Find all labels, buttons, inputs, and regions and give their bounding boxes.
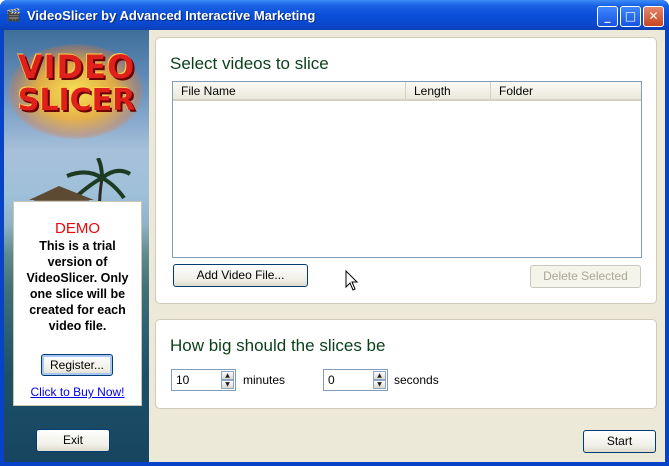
demo-panel: DEMO This is a trial version of VideoSli…	[13, 201, 142, 406]
minimize-icon: _	[604, 9, 611, 23]
minutes-spinner[interactable]: 10 ▲ ▼	[171, 369, 236, 391]
seconds-up-arrow-icon[interactable]: ▲	[373, 371, 386, 380]
delete-selected-button[interactable]: Delete Selected	[530, 265, 641, 288]
seconds-down-arrow-icon[interactable]: ▼	[373, 380, 386, 389]
minimize-button[interactable]: _	[597, 6, 618, 27]
minutes-down-arrow-icon[interactable]: ▼	[221, 380, 234, 389]
minutes-label: minutes	[243, 373, 286, 387]
client-area: VIDEO SLICER DEMO This is a trial versio…	[4, 30, 665, 462]
column-file-name[interactable]: File Name	[173, 82, 406, 99]
column-folder[interactable]: Folder	[491, 82, 641, 99]
mouse-pointer-icon	[345, 270, 359, 291]
add-video-file-button[interactable]: Add Video File...	[173, 264, 308, 287]
close-icon: ✕	[648, 9, 659, 23]
minutes-spin-buttons: ▲ ▼	[221, 371, 234, 389]
sidebar-banner: VIDEO SLICER DEMO This is a trial versio…	[4, 30, 149, 462]
video-file-list[interactable]: File Name Length Folder	[172, 81, 642, 258]
start-button[interactable]: Start	[583, 430, 656, 453]
minutes-up-arrow-icon[interactable]: ▲	[221, 371, 234, 380]
minutes-value[interactable]: 10	[176, 373, 189, 387]
logo-line-video: VIDEO	[17, 48, 136, 86]
title-bar[interactable]: 🎬 VideoSlicer by Advanced Interactive Ma…	[0, 0, 669, 30]
app-window: 🎬 VideoSlicer by Advanced Interactive Ma…	[0, 0, 669, 466]
select-videos-group: Select videos to slice File Name Length …	[155, 37, 657, 304]
seconds-value[interactable]: 0	[328, 373, 335, 387]
window-title: VideoSlicer by Advanced Interactive Mark…	[27, 8, 316, 23]
maximize-button[interactable]: □	[620, 6, 641, 27]
logo-line-slicer: SLICER	[17, 83, 136, 118]
slice-size-title: How big should the slices be	[170, 336, 386, 355]
register-button[interactable]: Register...	[41, 354, 113, 376]
demo-description: This is a trial version of VideoSlicer. …	[26, 239, 129, 333]
film-clapper-icon: 🎬	[6, 8, 21, 22]
exit-button[interactable]: Exit	[36, 429, 110, 452]
column-length[interactable]: Length	[406, 82, 491, 99]
seconds-spinner[interactable]: 0 ▲ ▼	[323, 369, 388, 391]
videoslicer-logo: VIDEO SLICER	[14, 50, 139, 118]
close-button[interactable]: ✕	[643, 6, 664, 27]
list-header: File Name Length Folder	[173, 82, 641, 101]
slice-size-group: How big should the slices be 10 ▲ ▼ minu…	[155, 319, 657, 409]
buy-now-link[interactable]: Click to Buy Now!	[14, 385, 141, 399]
seconds-label: seconds	[394, 373, 439, 387]
seconds-spin-buttons: ▲ ▼	[373, 371, 386, 389]
demo-title: DEMO	[55, 220, 100, 237]
maximize-icon: □	[624, 9, 637, 23]
select-videos-title: Select videos to slice	[170, 54, 329, 73]
